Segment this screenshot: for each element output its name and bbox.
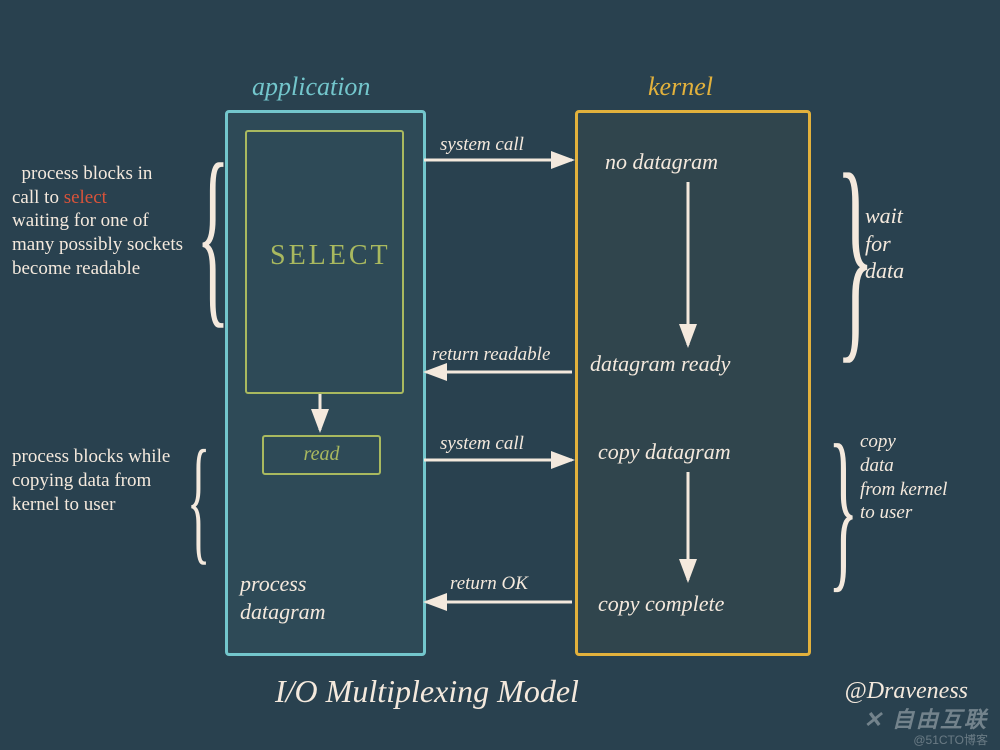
watermark-sub: @51CTO博客 xyxy=(913,731,988,748)
arrows-layer xyxy=(0,0,1000,750)
author-label: @Draveness xyxy=(845,678,968,705)
diagram-caption: I/O Multiplexing Model xyxy=(275,673,579,710)
watermark-logo: ✕ 自由互联 xyxy=(863,702,988,734)
